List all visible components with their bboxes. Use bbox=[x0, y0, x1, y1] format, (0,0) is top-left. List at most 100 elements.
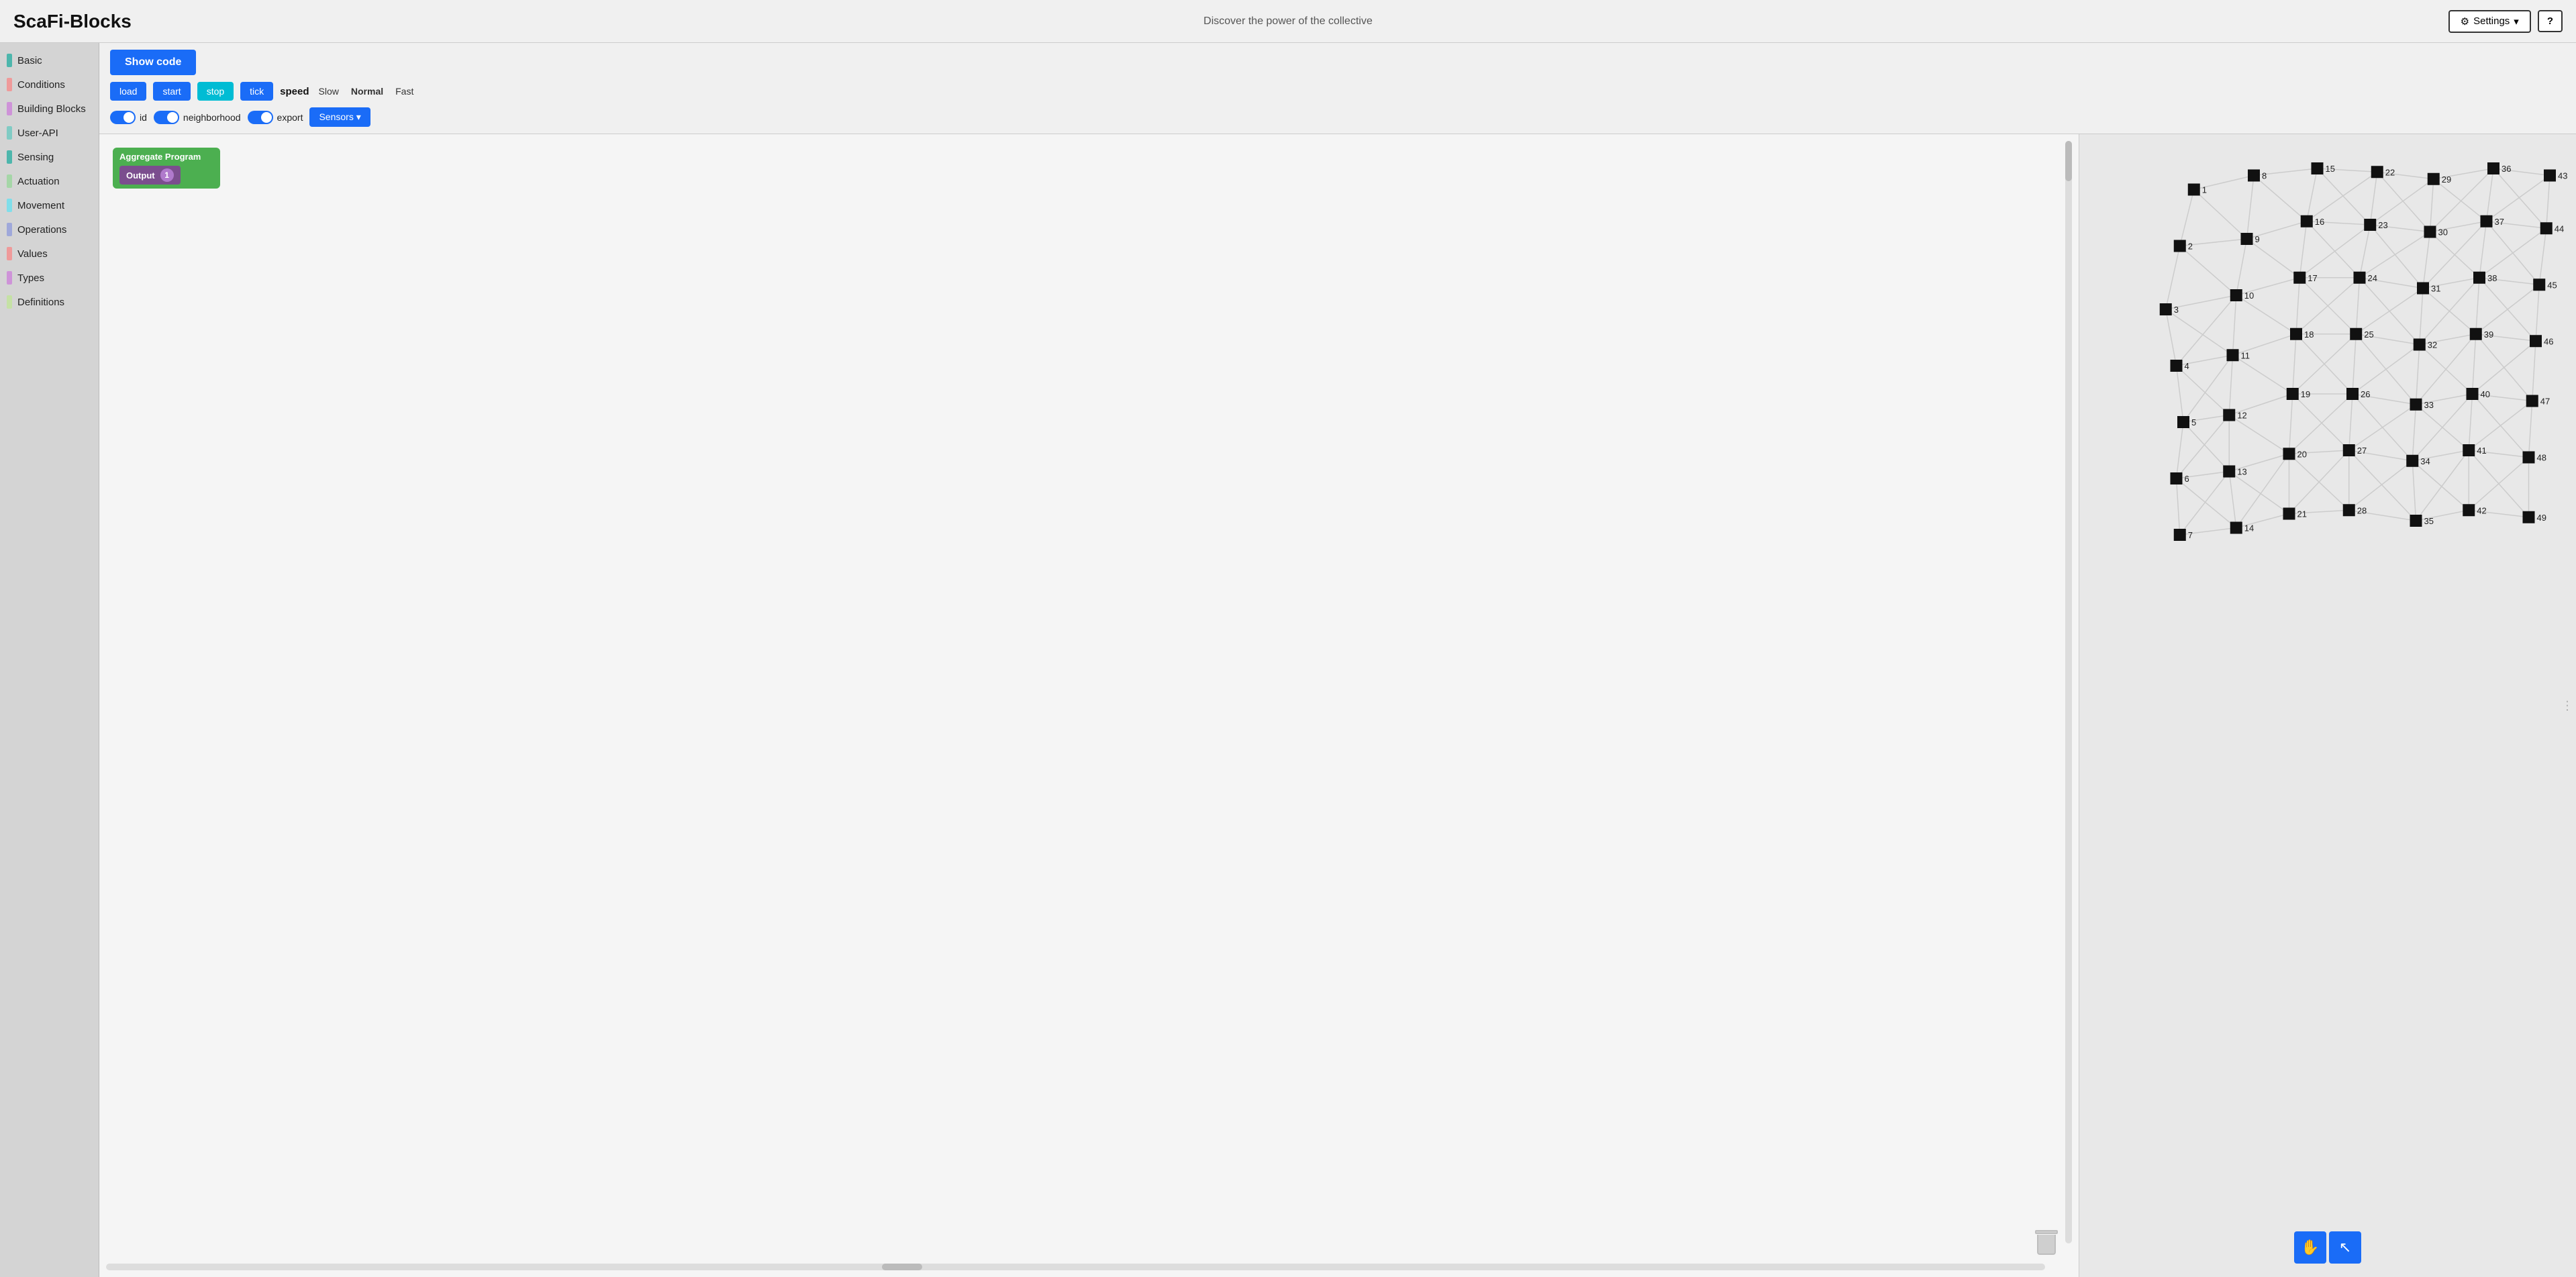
sidebar-item-movement[interactable]: Movement bbox=[0, 193, 99, 217]
node-29[interactable]: 29 bbox=[2428, 173, 2451, 185]
node-33[interactable]: 33 bbox=[2410, 399, 2434, 411]
edge-3-11 bbox=[2177, 366, 2230, 415]
trash-lid bbox=[2035, 1230, 2058, 1234]
sidebar-item-basic[interactable]: Basic bbox=[0, 48, 99, 72]
edge-28-36 bbox=[2434, 179, 2487, 221]
node-rect-24 bbox=[2354, 272, 2366, 284]
node-47[interactable]: 47 bbox=[2526, 395, 2550, 407]
edge-22-28 bbox=[2370, 179, 2434, 225]
node-32[interactable]: 32 bbox=[2414, 339, 2437, 351]
sidebar-item-operations[interactable]: Operations bbox=[0, 217, 99, 242]
load-button[interactable]: load bbox=[110, 82, 146, 101]
node-49[interactable]: 49 bbox=[2523, 511, 2546, 523]
node-28[interactable]: 28 bbox=[2343, 504, 2367, 516]
pan-tool-button[interactable]: ✋ bbox=[2294, 1231, 2326, 1264]
node-37[interactable]: 37 bbox=[2481, 215, 2504, 227]
node-1[interactable]: 1 bbox=[2188, 184, 2207, 196]
node-rect-47 bbox=[2526, 395, 2538, 407]
node-24[interactable]: 24 bbox=[2354, 272, 2377, 284]
node-13[interactable]: 13 bbox=[2223, 466, 2246, 478]
node-11[interactable]: 11 bbox=[2227, 349, 2250, 361]
node-12[interactable]: 12 bbox=[2223, 409, 2246, 421]
stop-button[interactable]: stop bbox=[197, 82, 234, 101]
node-3[interactable]: 3 bbox=[2160, 303, 2179, 315]
id-toggle[interactable] bbox=[110, 111, 136, 124]
node-20[interactable]: 20 bbox=[2283, 448, 2307, 460]
settings-button[interactable]: ⚙ Settings ▾ bbox=[2448, 10, 2531, 33]
node-46[interactable]: 46 bbox=[2530, 335, 2553, 347]
speed-slow[interactable]: Slow bbox=[316, 85, 342, 98]
sidebar-item-building-blocks[interactable]: Building Blocks bbox=[0, 97, 99, 121]
edge-8-16 bbox=[2247, 239, 2300, 278]
node-44[interactable]: 44 bbox=[2540, 222, 2564, 234]
trash-icon[interactable] bbox=[2034, 1230, 2059, 1257]
node-42[interactable]: 42 bbox=[2463, 504, 2486, 516]
node-26[interactable]: 26 bbox=[2346, 388, 2370, 400]
sidebar-item-sensing[interactable]: Sensing bbox=[0, 145, 99, 169]
node-6[interactable]: 6 bbox=[2171, 472, 2189, 484]
node-label-4: 4 bbox=[2185, 361, 2189, 371]
id-toggle-container: id bbox=[110, 111, 147, 124]
node-rect-15 bbox=[2312, 162, 2324, 174]
sidebar-item-user-api[interactable]: User-API bbox=[0, 121, 99, 145]
workspace-scrollbar-v[interactable] bbox=[2065, 141, 2072, 1243]
neighborhood-toggle[interactable] bbox=[154, 111, 179, 124]
node-7[interactable]: 7 bbox=[2174, 529, 2193, 541]
speed-normal[interactable]: Normal bbox=[348, 85, 386, 98]
node-rect-3 bbox=[2160, 303, 2172, 315]
show-code-button[interactable]: Show code bbox=[110, 50, 196, 75]
node-38[interactable]: 38 bbox=[2473, 272, 2497, 284]
tick-button[interactable]: tick bbox=[240, 82, 273, 101]
node-9[interactable]: 9 bbox=[2241, 233, 2260, 245]
node-2[interactable]: 2 bbox=[2174, 240, 2193, 252]
node-34[interactable]: 34 bbox=[2406, 455, 2430, 467]
node-21[interactable]: 21 bbox=[2283, 508, 2307, 520]
sidebar-item-actuation[interactable]: Actuation bbox=[0, 169, 99, 193]
node-label-26: 26 bbox=[2361, 389, 2370, 399]
node-15[interactable]: 15 bbox=[2312, 162, 2335, 174]
select-tool-button[interactable]: ↖ bbox=[2329, 1231, 2361, 1264]
node-35[interactable]: 35 bbox=[2410, 515, 2434, 527]
node-41[interactable]: 41 bbox=[2463, 444, 2486, 456]
node-18[interactable]: 18 bbox=[2290, 328, 2314, 340]
node-31[interactable]: 31 bbox=[2417, 283, 2440, 295]
node-19[interactable]: 19 bbox=[2287, 388, 2310, 400]
output-badge: 1 bbox=[160, 168, 174, 182]
node-14[interactable]: 14 bbox=[2230, 522, 2254, 534]
sidebar-item-types[interactable]: Types bbox=[0, 266, 99, 290]
node-27[interactable]: 27 bbox=[2343, 444, 2367, 456]
node-rect-38 bbox=[2473, 272, 2485, 284]
node-22[interactable]: 22 bbox=[2371, 166, 2395, 178]
node-39[interactable]: 39 bbox=[2470, 328, 2493, 340]
help-button[interactable]: ? bbox=[2538, 10, 2563, 32]
node-rect-43 bbox=[2544, 170, 2556, 182]
export-toggle[interactable] bbox=[248, 111, 273, 124]
node-5[interactable]: 5 bbox=[2177, 416, 2196, 428]
node-label-34: 34 bbox=[2420, 456, 2430, 466]
node-40[interactable]: 40 bbox=[2467, 388, 2490, 400]
blockly-workspace[interactable]: Aggregate Program Output 1 bbox=[99, 134, 2079, 1277]
node-48[interactable]: 48 bbox=[2523, 452, 2546, 464]
sidebar-item-conditions[interactable]: Conditions bbox=[0, 72, 99, 97]
workspace-scrollbar-h[interactable] bbox=[106, 1264, 2045, 1270]
node-45[interactable]: 45 bbox=[2533, 278, 2557, 291]
node-43[interactable]: 43 bbox=[2544, 170, 2567, 182]
node-36[interactable]: 36 bbox=[2487, 162, 2511, 174]
node-30[interactable]: 30 bbox=[2424, 226, 2448, 238]
simulation-canvas[interactable]: 1234567891011121314151617181920212223242… bbox=[2079, 134, 2576, 1277]
start-button[interactable]: start bbox=[153, 82, 190, 101]
sidebar-item-values[interactable]: Values bbox=[0, 242, 99, 266]
sensors-button[interactable]: Sensors ▾ bbox=[309, 107, 370, 127]
node-4[interactable]: 4 bbox=[2171, 360, 2189, 372]
node-25[interactable]: 25 bbox=[2350, 328, 2373, 340]
speed-fast[interactable]: Fast bbox=[393, 85, 416, 98]
node-10[interactable]: 10 bbox=[2230, 289, 2254, 301]
node-8[interactable]: 8 bbox=[2248, 170, 2267, 182]
resize-handle[interactable]: ⋮ bbox=[2561, 699, 2573, 713]
node-16[interactable]: 16 bbox=[2301, 215, 2324, 227]
sidebar-label-types: Types bbox=[17, 272, 44, 284]
node-17[interactable]: 17 bbox=[2293, 272, 2317, 284]
edge-4-12 bbox=[2183, 422, 2229, 472]
node-23[interactable]: 23 bbox=[2364, 219, 2387, 231]
sidebar-item-definitions[interactable]: Definitions bbox=[0, 290, 99, 314]
